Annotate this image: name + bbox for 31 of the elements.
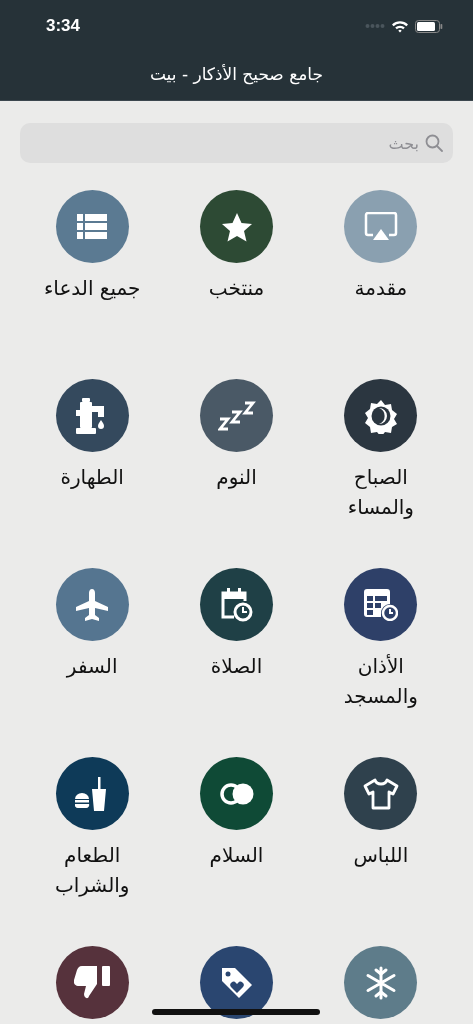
tag-heart-icon bbox=[219, 965, 254, 1000]
category-label: السلام bbox=[208, 842, 265, 869]
wifi-icon bbox=[391, 19, 409, 33]
calendar-clock-icon bbox=[219, 586, 254, 623]
category-label: السفر bbox=[65, 653, 119, 680]
category-label: منتخب bbox=[207, 275, 266, 302]
sleep-icon bbox=[217, 400, 256, 431]
search-placeholder: بحث bbox=[388, 133, 419, 153]
signal-icon bbox=[365, 23, 385, 29]
star-icon bbox=[220, 211, 253, 242]
category-label: مقدمة bbox=[353, 275, 409, 302]
category-label: اللباس bbox=[352, 842, 410, 869]
airplane-icon bbox=[75, 587, 110, 622]
category-label: الطهارة bbox=[59, 464, 125, 491]
rings-icon bbox=[218, 781, 255, 806]
category-label: الأذان والمسجد bbox=[342, 653, 419, 710]
nav-title: جامع صحيح الأذكار - بيت bbox=[148, 63, 325, 87]
search-icon bbox=[425, 134, 443, 152]
category-label: الصلاة bbox=[209, 653, 264, 680]
search-field[interactable]: بحث bbox=[20, 123, 453, 163]
shirt-icon bbox=[362, 777, 399, 810]
category-label: جميع الدعاء bbox=[42, 275, 142, 302]
category-label: الصباح والمساء bbox=[346, 464, 415, 521]
list-icon bbox=[77, 214, 108, 239]
category-label: الطعام والشراب bbox=[53, 842, 131, 899]
battery-icon bbox=[415, 19, 443, 33]
thumbs-down-icon bbox=[74, 965, 111, 1000]
schedule-icon bbox=[363, 588, 398, 621]
category-label: النوم bbox=[215, 464, 258, 491]
screen-icon bbox=[363, 211, 398, 242]
status-time: 3:34 bbox=[46, 16, 81, 36]
